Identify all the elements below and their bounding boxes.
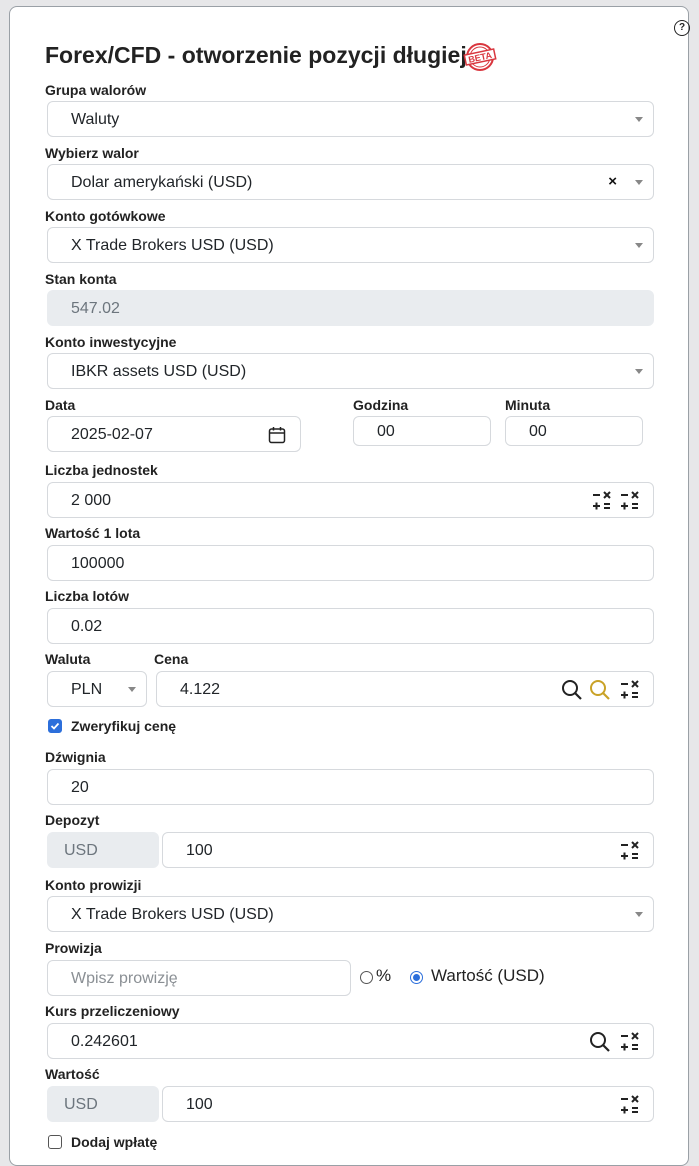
- cash-account-label: Konto gotówkowe: [45, 208, 166, 224]
- chevron-down-icon: [635, 243, 643, 248]
- verify-price-label: Zweryfikuj cenę: [71, 718, 177, 734]
- commission-percent-label: %: [376, 966, 392, 985]
- date-input[interactable]: 2025-02-07: [47, 416, 301, 452]
- deposit-input[interactable]: 100: [162, 832, 654, 868]
- group-value: Waluty: [71, 111, 120, 128]
- investment-account-value: IBKR assets USD (USD): [71, 363, 247, 380]
- chevron-down-icon: [128, 687, 136, 692]
- verify-price-checkbox[interactable]: [48, 719, 62, 733]
- calculator-icon[interactable]: [619, 840, 641, 862]
- hour-label: Godzina: [353, 397, 409, 413]
- lot-value-input[interactable]: 100000: [47, 545, 654, 581]
- date-label: Data: [45, 397, 76, 413]
- help-icon[interactable]: ?: [674, 20, 690, 36]
- add-deposit-checkbox[interactable]: [48, 1135, 62, 1149]
- value-amount: 100: [186, 1096, 213, 1113]
- calculator-icon[interactable]: [591, 490, 613, 512]
- value-input[interactable]: 100: [162, 1086, 654, 1122]
- units-label: Liczba jednostek: [45, 462, 158, 478]
- lot-value-value: 100000: [71, 555, 125, 572]
- search-icon[interactable]: [589, 1031, 611, 1053]
- commission-percent-radio[interactable]: [360, 971, 373, 984]
- price-label: Cena: [154, 651, 189, 667]
- balance-value: 547.02: [71, 300, 120, 317]
- add-deposit-label: Dodaj wpłatę: [71, 1134, 158, 1150]
- calculator-icon[interactable]: [619, 1031, 641, 1053]
- check-icon: [50, 722, 60, 730]
- beta-badge-icon: BETA: [463, 43, 497, 71]
- lots-label: Liczba lotów: [45, 588, 129, 604]
- minute-input[interactable]: 00: [505, 416, 643, 446]
- calculator-icon[interactable]: [619, 679, 641, 701]
- deposit-currency-field: USD: [47, 832, 159, 868]
- deposit-currency: USD: [64, 842, 98, 859]
- investment-account-select[interactable]: IBKR assets USD (USD): [47, 353, 654, 389]
- leverage-label: Dźwignia: [45, 749, 106, 765]
- cash-account-value: X Trade Brokers USD (USD): [71, 237, 274, 254]
- leverage-input[interactable]: 20: [47, 769, 654, 805]
- hour-input[interactable]: 00: [353, 416, 491, 446]
- hour-value: 00: [377, 423, 395, 440]
- lot-value-label: Wartość 1 lota: [45, 525, 141, 541]
- cash-account-select[interactable]: X Trade Brokers USD (USD): [47, 227, 654, 263]
- conversion-rate-label: Kurs przeliczeniowy: [45, 1003, 180, 1019]
- calculator-icon[interactable]: [619, 1094, 641, 1116]
- commission-value-label: Wartość (USD): [431, 966, 545, 985]
- search-icon[interactable]: [561, 679, 583, 701]
- value-currency-field: USD: [47, 1086, 159, 1122]
- lots-input[interactable]: 0.02: [47, 608, 654, 644]
- currency-label: Waluta: [45, 651, 91, 667]
- group-select[interactable]: Waluty: [47, 101, 654, 137]
- chevron-down-icon: [635, 180, 643, 185]
- commission-label: Prowizja: [45, 940, 102, 956]
- page-title: Forex/CFD - otworzenie pozycji długiej: [45, 42, 467, 68]
- units-value: 2 000: [71, 492, 112, 509]
- value-label: Wartość: [45, 1066, 100, 1082]
- investment-account-label: Konto inwestycyjne: [45, 334, 177, 350]
- date-value: 2025-02-07: [71, 426, 153, 443]
- deposit-value: 100: [186, 842, 213, 859]
- value-currency: USD: [64, 1096, 98, 1113]
- commission-input[interactable]: Wpisz prowizję: [47, 960, 351, 996]
- search-gold-icon[interactable]: [589, 679, 611, 701]
- chevron-down-icon: [635, 369, 643, 374]
- calendar-icon[interactable]: [268, 426, 286, 444]
- commission-value-radio[interactable]: [410, 971, 423, 984]
- asset-select[interactable]: Dolar amerykański (USD) ×: [47, 164, 654, 200]
- deposit-label: Depozyt: [45, 812, 100, 828]
- currency-select[interactable]: PLN: [47, 671, 147, 707]
- commission-account-value: X Trade Brokers USD (USD): [71, 906, 274, 923]
- calculator-icon[interactable]: [619, 490, 641, 512]
- balance-label: Stan konta: [45, 271, 117, 287]
- chevron-down-icon: [635, 117, 643, 122]
- minute-label: Minuta: [505, 397, 551, 413]
- group-label: Grupa walorów: [45, 82, 147, 98]
- asset-value: Dolar amerykański (USD): [71, 174, 253, 191]
- balance-field: 547.02: [47, 290, 654, 326]
- lots-value: 0.02: [71, 618, 103, 635]
- units-input[interactable]: 2 000: [47, 482, 654, 518]
- price-input[interactable]: 4.122: [156, 671, 654, 707]
- asset-label: Wybierz walor: [45, 145, 139, 161]
- commission-account-label: Konto prowizji: [45, 877, 142, 893]
- currency-value: PLN: [71, 681, 103, 698]
- commission-account-select[interactable]: X Trade Brokers USD (USD): [47, 896, 654, 932]
- leverage-value: 20: [71, 779, 89, 796]
- conversion-rate-input[interactable]: 0.242601: [47, 1023, 654, 1059]
- commission-placeholder: Wpisz prowizję: [71, 970, 178, 987]
- conversion-rate-value: 0.242601: [71, 1033, 138, 1050]
- chevron-down-icon: [635, 912, 643, 917]
- clear-icon[interactable]: ×: [608, 173, 617, 190]
- minute-value: 00: [529, 423, 547, 440]
- price-value: 4.122: [180, 681, 221, 698]
